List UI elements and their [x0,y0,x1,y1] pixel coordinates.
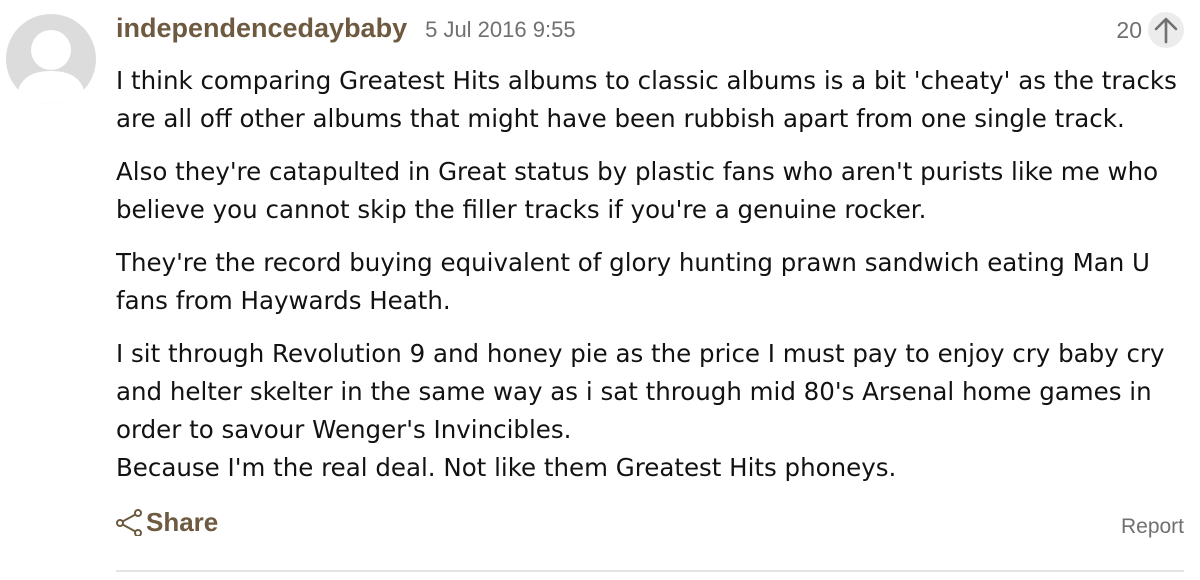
comment-paragraph: I think comparing Greatest Hits albums t… [116,66,1177,133]
share-label: Share [146,506,219,537]
avatar[interactable] [6,14,96,104]
comment-paragraph: I sit through Revolution 9 and honey pie… [116,339,1165,444]
recommend: 20 [1116,12,1184,48]
comment-paragraph: They're the record buying equivalent of … [116,248,1150,315]
share-icon [116,509,142,536]
recommend-button[interactable] [1148,12,1184,48]
comment: independencedaybaby 5 Jul 2016 9:55 20 I… [116,0,1184,580]
username-link[interactable]: independencedaybaby [116,13,407,44]
comment-meta: independencedaybaby 5 Jul 2016 9:55 [116,13,576,47]
report-link[interactable]: Report [1121,515,1184,539]
comment-paragraph: Also they're catapulted in Great status … [116,157,1159,224]
comment-paragraph: Because I'm the real deal. Not like them… [116,453,897,482]
comment-timestamp[interactable]: 5 Jul 2016 9:55 [425,17,575,43]
arrow-up-icon [1154,17,1178,44]
share-button[interactable]: Share [116,505,218,539]
default-avatar-icon [16,30,86,104]
comment-body: I think comparing Greatest Hits albums t… [116,62,1184,487]
recommend-count: 20 [1116,16,1142,43]
divider [116,570,1184,572]
